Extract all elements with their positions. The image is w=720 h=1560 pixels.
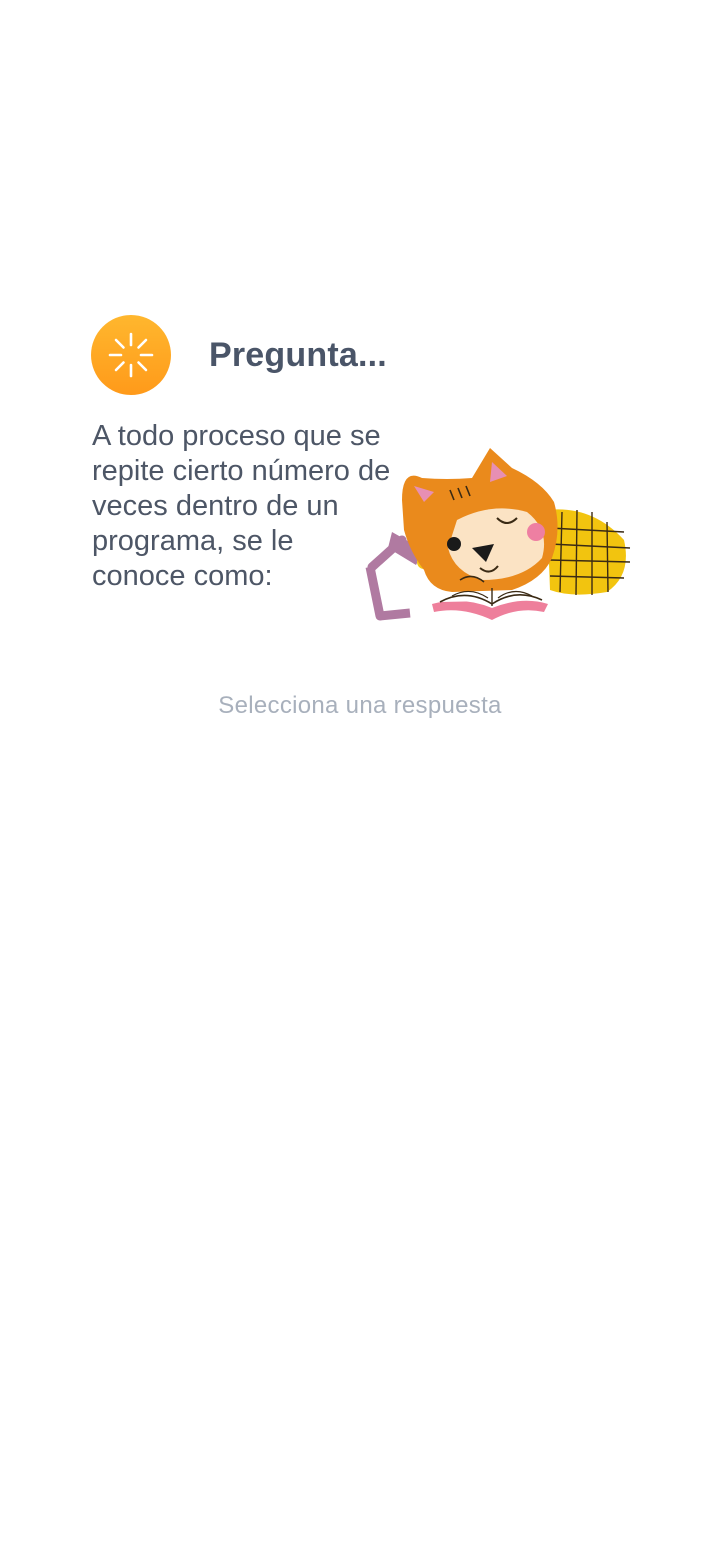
blanket-icon [547, 509, 631, 596]
fox-reading-book-illustration [365, 448, 631, 621]
sparkle-icon [108, 332, 154, 378]
question-header: Pregunta... [91, 315, 387, 395]
question-badge [91, 315, 171, 395]
select-answer-hint: Selecciona una respuesta [218, 692, 502, 719]
fox-icon [402, 448, 558, 592]
page-title: Pregunta... [209, 335, 387, 374]
book-icon [432, 588, 548, 620]
question-text: A todo proceso que se repite cierto núme… [92, 420, 391, 592]
